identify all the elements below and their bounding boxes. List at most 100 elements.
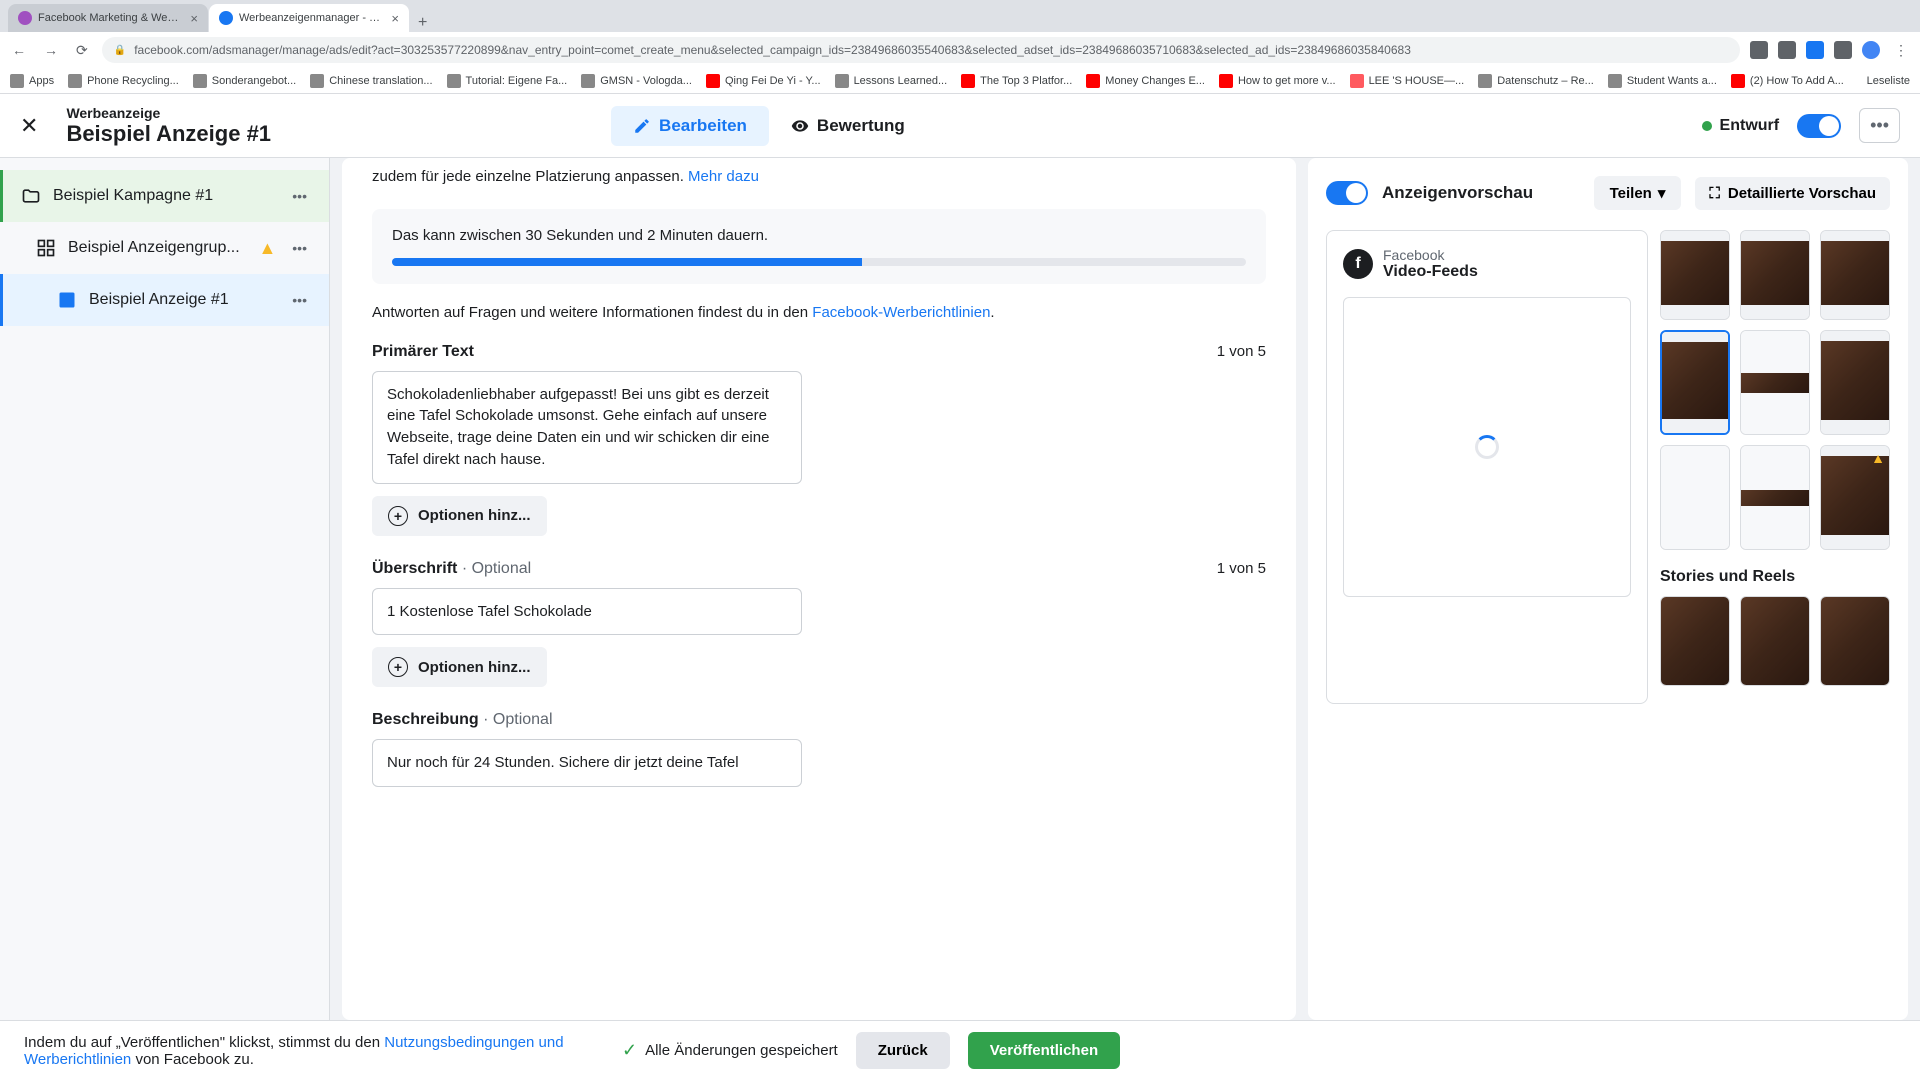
placement-thumb[interactable]: ▲ [1820,445,1890,550]
extension-icon[interactable] [1778,41,1796,59]
bookmark-item[interactable]: Phone Recycling... [68,74,179,88]
placement-thumb[interactable] [1660,596,1730,686]
preview-title: Anzeigenvorschau [1382,183,1580,203]
placement-thumb[interactable] [1740,445,1810,550]
more-icon[interactable]: ••• [288,236,311,260]
bookmark-item[interactable]: Datenschutz – Re... [1478,74,1594,88]
reading-list-button[interactable]: Leseliste [1867,75,1910,87]
close-icon[interactable]: × [391,11,399,26]
facebook-icon: f [1343,249,1373,279]
eye-icon [791,117,809,135]
more-menu-button[interactable]: ••• [1859,108,1900,143]
bookmark-icon [310,74,324,88]
menu-icon[interactable]: ⋮ [1890,38,1912,63]
bookmark-item[interactable]: Tutorial: Eigene Fa... [447,74,568,88]
tab-label: Bewertung [817,116,905,136]
url-input[interactable]: 🔒 facebook.com/adsmanager/manage/ads/edi… [102,37,1740,63]
header-subtitle: Werbeanzeige [66,105,271,121]
footer-bar: Indem du auf „Veröffentlichen" klickst, … [0,1020,1920,1080]
bookmark-item[interactable]: Sonderangebot... [193,74,296,88]
back-icon[interactable]: ← [8,38,30,62]
bookmark-icon [1086,74,1100,88]
add-option-button[interactable]: + Optionen hinz... [372,647,547,687]
edit-tab[interactable]: Bearbeiten [611,106,769,146]
bookmark-icon [961,74,975,88]
workspace: Beispiel Kampagne #1 ••• Beispiel Anzeig… [0,158,1920,1020]
placement-thumb[interactable] [1740,230,1810,320]
placement-thumb[interactable] [1660,330,1730,435]
primary-text-input[interactable]: Schokoladenliebhaber aufgepasst! Bei uns… [372,371,802,484]
more-icon[interactable]: ••• [288,288,311,312]
close-icon[interactable]: × [190,11,198,26]
placement-thumb[interactable] [1820,230,1890,320]
warning-icon: ▲ [1871,450,1885,466]
lock-icon: 🔒 [114,45,126,56]
guidelines-link[interactable]: Facebook-Werberichtlinien [812,304,990,321]
preview-body: f Facebook Video-Feeds [1326,230,1890,704]
profile-icon[interactable] [1862,41,1880,59]
forward-icon[interactable]: → [40,38,62,62]
header-titles: Werbeanzeige Beispiel Anzeige #1 [66,105,271,147]
tree-label: Beispiel Kampagne #1 [53,187,276,205]
share-button[interactable]: Teilen ▾ [1594,176,1682,210]
bookmark-item[interactable]: How to get more v... [1219,74,1336,88]
publish-button[interactable]: Veröffentlichen [968,1032,1120,1069]
tree-adgroup[interactable]: Beispiel Anzeigengrup... ▲ ••• [0,222,329,274]
header-right: Entwurf ••• [1702,108,1900,143]
new-tab-button[interactable]: + [410,14,435,32]
description-input[interactable]: Nur noch für 24 Stunden. Sichere dir jet… [372,739,802,787]
extension-icon[interactable] [1834,41,1852,59]
extension-icon[interactable] [1750,41,1768,59]
tree-campaign[interactable]: Beispiel Kampagne #1 ••• [0,170,329,222]
placement-thumb[interactable] [1740,330,1810,435]
bookmark-item[interactable]: LEE 'S HOUSE—... [1350,74,1465,88]
bookmark-item[interactable]: (2) How To Add A... [1731,74,1844,88]
extension-icon[interactable] [1806,41,1824,59]
header-title: Beispiel Anzeige #1 [66,121,271,147]
bookmark-item[interactable]: Lessons Learned... [835,74,948,88]
grid-icon [36,238,56,258]
placement-thumb[interactable] [1740,596,1810,686]
browser-tab[interactable]: Werbeanzeigenmanager - We... × [209,4,409,32]
back-button[interactable]: Zurück [856,1032,950,1069]
description-header: Beschreibung · Optional [372,711,1266,729]
bookmark-icon [447,74,461,88]
bookmark-icon [68,74,82,88]
address-bar: ← → ⟳ 🔒 facebook.com/adsmanager/manage/a… [0,32,1920,68]
placement-thumb[interactable] [1660,445,1730,550]
placement-thumb[interactable] [1660,230,1730,320]
header-tabs: Bearbeiten Bewertung [611,106,927,146]
placement-thumb[interactable] [1820,330,1890,435]
save-status-label: Alle Änderungen gespeichert [645,1042,838,1059]
learn-more-link[interactable]: Mehr dazu [688,168,759,185]
bookmark-item[interactable]: Chinese translation... [310,74,432,88]
bookmarks-bar: Apps Phone Recycling... Sonderangebot...… [0,68,1920,94]
status-label: Entwurf [1720,117,1780,135]
pencil-icon [633,117,651,135]
detail-preview-button[interactable]: ⛶ Detaillierte Vorschau [1695,177,1890,210]
folder-icon [21,186,41,206]
bookmark-item[interactable]: Qing Fei De Yi - Y... [706,74,821,88]
bookmark-icon [581,74,595,88]
placement-thumb[interactable] [1820,596,1890,686]
more-icon[interactable]: ••• [288,184,311,208]
spinner-icon [1475,435,1499,459]
bookmark-item[interactable]: The Top 3 Platfor... [961,74,1072,88]
bookmark-item[interactable]: Apps [10,74,54,88]
bookmark-item[interactable]: GMSN - Vologda... [581,74,692,88]
apps-icon [10,74,24,88]
format-label: Video-Feeds [1383,263,1478,281]
headline-input[interactable]: 1 Kostenlose Tafel Schokolade [372,588,802,636]
add-option-button[interactable]: + Optionen hinz... [372,496,547,536]
close-button[interactable]: ✕ [20,113,38,139]
status-toggle[interactable] [1797,114,1841,138]
progress-card: Das kann zwischen 30 Sekunden und 2 Minu… [372,209,1266,284]
review-tab[interactable]: Bewertung [769,106,927,146]
bookmark-item[interactable]: Student Wants a... [1608,74,1717,88]
tree-ad[interactable]: Beispiel Anzeige #1 ••• [0,274,329,326]
reload-icon[interactable]: ⟳ [72,38,92,63]
browser-chrome: Facebook Marketing & Werbe... × Werbeanz… [0,0,1920,68]
preview-toggle[interactable] [1326,181,1368,205]
browser-tab[interactable]: Facebook Marketing & Werbe... × [8,4,208,32]
bookmark-item[interactable]: Money Changes E... [1086,74,1205,88]
